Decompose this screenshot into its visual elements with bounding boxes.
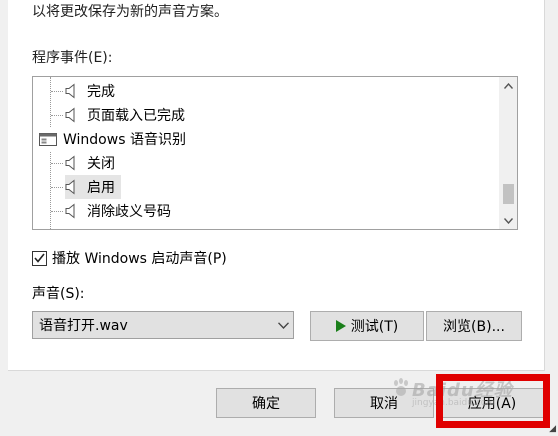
speaker-icon <box>65 155 75 171</box>
tree-item[interactable]: 页面载入已完成 <box>33 103 499 127</box>
speaker-icon <box>65 107 75 123</box>
tree-item-label: 关闭 <box>87 156 115 172</box>
cancel-button-label: 取消 <box>370 396 398 412</box>
scroll-up-button[interactable] <box>500 77 517 94</box>
tree-branch-dots <box>51 162 63 164</box>
tree-group-content: Windows 语音识别 <box>33 127 192 151</box>
browse-button[interactable]: 浏览(B)... <box>426 311 522 341</box>
tree-item-selected[interactable]: 启用 <box>33 175 499 199</box>
tree-item-label: 消除歧义号码 <box>87 204 171 220</box>
startup-sound-checkbox[interactable] <box>32 250 47 266</box>
scheme-description: 以将更改保存为新的声音方案。 <box>32 4 228 20</box>
tree-item-content: 页面载入已完成 <box>65 103 191 127</box>
speaker-icon <box>65 83 75 99</box>
tree-scrollbar[interactable] <box>499 77 517 229</box>
test-button[interactable]: 测试(T) <box>310 311 424 341</box>
play-icon <box>335 320 346 332</box>
sound-settings-dialog: 以将更改保存为新的声音方案。 程序事件(E): 完成 页面载入已完成 Windo… <box>0 0 558 436</box>
tree-branch-dots <box>51 210 63 212</box>
tree-branch-dots <box>51 114 63 116</box>
speaker-icon <box>65 203 75 219</box>
tree-item[interactable]: 完成 <box>33 79 499 103</box>
chevron-down-icon <box>504 217 513 224</box>
sound-label: 声音(S): <box>32 286 85 302</box>
tree-group[interactable]: Windows 语音识别 <box>33 127 499 151</box>
program-events-list[interactable]: 完成 页面载入已完成 Windows 语音识别 关闭 启用 消除歧义号码 <box>32 76 518 230</box>
resize-grip-icon: ◢ <box>549 424 556 434</box>
tree-item-label: 页面载入已完成 <box>87 108 185 124</box>
program-events-tree: 完成 页面载入已完成 Windows 语音识别 关闭 启用 消除歧义号码 <box>33 77 499 229</box>
checkmark-icon <box>34 253 45 263</box>
scrollbar-thumb[interactable] <box>503 184 514 204</box>
sound-select-value: 语音打开.wav <box>39 318 128 334</box>
tree-item-content: 启用 <box>65 175 121 199</box>
startup-sound-label: 播放 Windows 启动声音(P) <box>52 251 227 267</box>
tree-branch-dots <box>51 90 63 92</box>
windows-app-icon <box>39 132 57 146</box>
ok-button-label: 确定 <box>252 396 280 412</box>
browse-button-label: 浏览(B)... <box>443 319 505 335</box>
sound-select[interactable]: 语音打开.wav <box>32 311 294 339</box>
cancel-button[interactable]: 取消 <box>334 388 434 418</box>
program-events-label: 程序事件(E): <box>32 50 113 66</box>
apply-button-label: 应用(A) <box>467 396 517 412</box>
speaker-icon <box>65 179 75 195</box>
chevron-down-icon <box>273 321 293 329</box>
tree-item-content: 关闭 <box>65 151 121 175</box>
test-button-label: 测试(T) <box>350 319 399 335</box>
tree-group-label: Windows 语音识别 <box>63 132 186 148</box>
tree-item-content: 消除歧义号码 <box>65 199 177 223</box>
ok-button[interactable]: 确定 <box>216 388 316 418</box>
tree-item[interactable]: 消除歧义号码 <box>33 199 499 223</box>
scroll-down-button[interactable] <box>500 212 517 229</box>
tree-item[interactable]: 关闭 <box>33 151 499 175</box>
tree-branch-dots <box>51 186 63 188</box>
startup-sound-option[interactable]: 播放 Windows 启动声音(P) <box>32 248 227 268</box>
tree-item-label: 完成 <box>87 84 115 100</box>
tree-item-content: 完成 <box>65 79 121 103</box>
apply-button[interactable]: 应用(A) <box>440 388 544 418</box>
chevron-up-icon <box>504 82 513 89</box>
tree-item-label: 启用 <box>87 180 115 196</box>
